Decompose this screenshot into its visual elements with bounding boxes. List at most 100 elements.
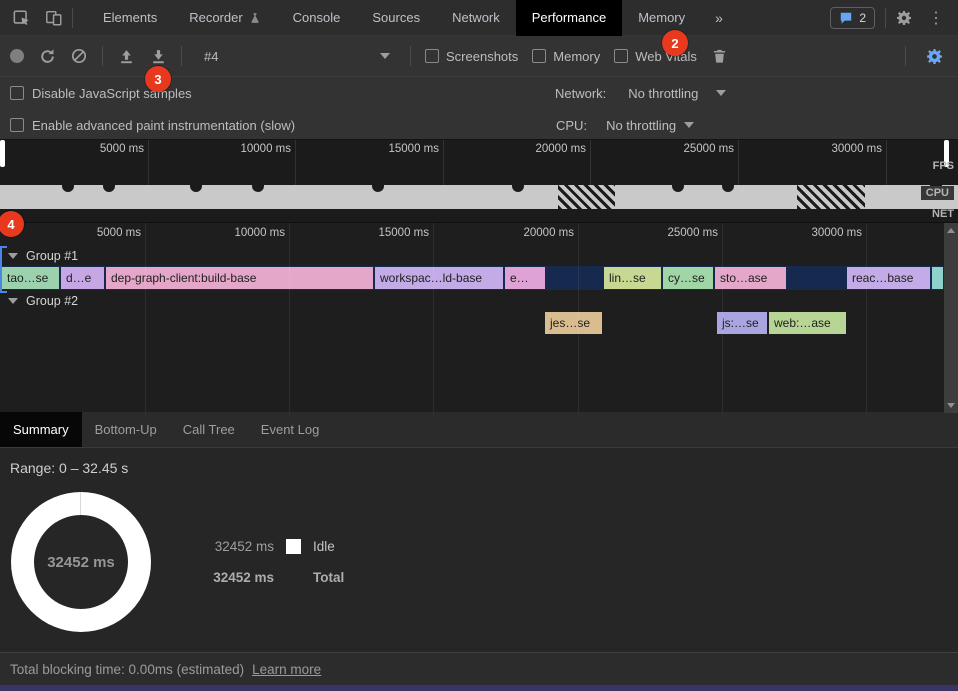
flame-bar[interactable]: dep-graph-client:build-base	[106, 267, 373, 289]
separator	[885, 8, 886, 28]
flame-bar[interactable]: web:…ase	[769, 312, 846, 334]
record-button[interactable]	[10, 49, 24, 63]
summary-legend: 32452 msIdle 32452 msTotal	[208, 538, 344, 600]
learn-more-link[interactable]: Learn more	[252, 662, 321, 677]
tab-sources[interactable]: Sources	[356, 0, 436, 36]
cpu-activity-notch	[372, 185, 384, 192]
issues-count: 2	[859, 11, 866, 25]
separator	[410, 46, 411, 66]
performance-toolbar: #4 ScreenshotsMemoryWeb Vitals	[0, 36, 958, 76]
flame-bar[interactable]: cy…se	[663, 267, 713, 289]
legend-label: Idle	[313, 539, 335, 554]
checkbox-box[interactable]	[532, 49, 546, 63]
disable-js-samples-checkbox[interactable]	[10, 86, 24, 100]
lane-label-fps: FPS	[933, 160, 954, 172]
donut-slice-divider	[80, 492, 81, 515]
flame-vertical-scrollbar[interactable]	[944, 223, 958, 413]
cpu-activity-notch	[672, 185, 684, 192]
overview-left-handle[interactable]	[0, 140, 5, 167]
advanced-paint-checkbox[interactable]	[10, 118, 24, 132]
checkbox-box[interactable]	[614, 49, 628, 63]
range-label: Range: 0 – 32.45 s	[10, 460, 128, 476]
flame-bar[interactable]: jes…se	[545, 312, 602, 334]
cpu-activity-notch	[512, 185, 524, 192]
ruler-tick-label: 15000 ms	[349, 143, 439, 155]
cpu-activity-notch	[190, 185, 202, 192]
grid-line	[578, 223, 579, 413]
details-tab-event-log[interactable]: Event Log	[248, 412, 333, 447]
reload-and-record-icon[interactable]	[38, 42, 56, 70]
details-tab-bottom-up[interactable]: Bottom-Up	[82, 412, 170, 447]
flame-track-1: tao…sed…edep-graph-client:build-basework…	[0, 266, 944, 290]
checkbox-label: Memory	[553, 49, 600, 64]
legend-label: Total	[313, 570, 344, 585]
cpu-throttling-select[interactable]: CPU: No throttling	[556, 109, 694, 141]
delete-recording-icon[interactable]	[711, 42, 729, 70]
group-header-1[interactable]: Group #1	[8, 247, 78, 265]
donut-total-label: 32452 ms	[47, 554, 115, 571]
tab-label: Performance	[532, 10, 606, 25]
tab-label: Memory	[638, 10, 685, 25]
issues-button[interactable]: 2	[830, 7, 875, 29]
cpu-activity-notch	[252, 185, 264, 192]
flame-bar[interactable]: reac…base	[847, 267, 930, 289]
history-dropdown[interactable]: #4	[196, 49, 396, 64]
chevron-down-icon	[716, 90, 726, 96]
history-current-label: #4	[204, 49, 218, 64]
legend-row: 32452 msIdle	[208, 538, 344, 554]
flame-bar[interactable]: tao…se	[2, 267, 59, 289]
ruler-tick-label: 30000 ms	[792, 143, 882, 155]
tab-elements[interactable]: Elements	[87, 0, 173, 36]
network-throttling-value: No throttling	[628, 86, 698, 101]
details-tab-summary[interactable]: Summary	[0, 412, 82, 447]
scroll-down-icon[interactable]	[947, 403, 955, 408]
advanced-paint-label: Enable advanced paint instrumentation (s…	[32, 118, 295, 133]
group-selection-bracket	[0, 246, 7, 293]
details-tab-call-tree[interactable]: Call Tree	[170, 412, 248, 447]
capture-settings-gear-icon[interactable]	[920, 42, 948, 70]
separator	[102, 46, 103, 66]
tab-console[interactable]: Console	[277, 0, 357, 36]
tab-recorder[interactable]: Recorder	[173, 0, 276, 36]
network-throttling-select[interactable]: Network: No throttling	[555, 77, 726, 109]
separator	[72, 8, 73, 28]
flame-bar[interactable]: js:…se	[717, 312, 767, 334]
overview-cpu-activity	[0, 185, 958, 209]
status-footer: Total blocking time: 0.00ms (estimated) …	[0, 652, 958, 685]
tab-network[interactable]: Network	[436, 0, 516, 36]
disable-js-samples-label: Disable JavaScript samples	[32, 86, 192, 101]
flame-bar[interactable]: d…e	[61, 267, 104, 289]
more-tabs-button[interactable]: »	[705, 10, 733, 26]
inspect-element-icon[interactable]	[8, 4, 36, 32]
flame-bar[interactable]: lin…se	[604, 267, 661, 289]
scroll-up-icon[interactable]	[947, 228, 955, 233]
checkbox-box[interactable]	[425, 49, 439, 63]
flame-bar[interactable]: workspac…ld-base	[375, 267, 503, 289]
flame-bar[interactable]	[932, 267, 943, 289]
tab-performance[interactable]: Performance	[516, 0, 622, 36]
grid-line	[722, 223, 723, 413]
devtools-window: ElementsRecorderConsole Sources Network Per…	[0, 0, 958, 691]
legend-row: 32452 msTotal	[208, 569, 344, 585]
capture-settings-panel: Disable JavaScript samples Network: No t…	[0, 76, 958, 140]
kebab-menu-icon[interactable]: ⋮	[922, 4, 950, 32]
chevron-down-icon	[684, 122, 694, 128]
group-header-2[interactable]: Group #2	[8, 292, 78, 310]
settings-gear-icon[interactable]	[890, 4, 918, 32]
tab-memory[interactable]: Memory	[622, 0, 701, 36]
step-badge-3: 3	[145, 66, 171, 92]
tab-label: Sources	[372, 10, 420, 25]
flame-chart[interactable]: Group #1tao…sed…edep-graph-client:build-…	[0, 222, 958, 412]
checkbox-memory[interactable]: Memory	[532, 49, 600, 64]
flame-bar[interactable]: sto…ase	[715, 267, 786, 289]
checkbox-screenshots[interactable]: Screenshots	[425, 49, 518, 64]
timeline-overview[interactable]: 5000 ms10000 ms15000 ms20000 ms25000 ms3…	[0, 140, 958, 222]
lane-label-cpu: CPU	[921, 186, 954, 200]
device-toolbar-icon[interactable]	[40, 4, 68, 32]
grid-line	[289, 223, 290, 413]
group-label: Group #2	[26, 294, 78, 308]
flame-bar[interactable]: e…	[505, 267, 545, 289]
triangle-down-icon	[8, 298, 18, 304]
load-profile-icon[interactable]	[117, 42, 135, 70]
clear-recording-icon[interactable]	[70, 42, 88, 70]
